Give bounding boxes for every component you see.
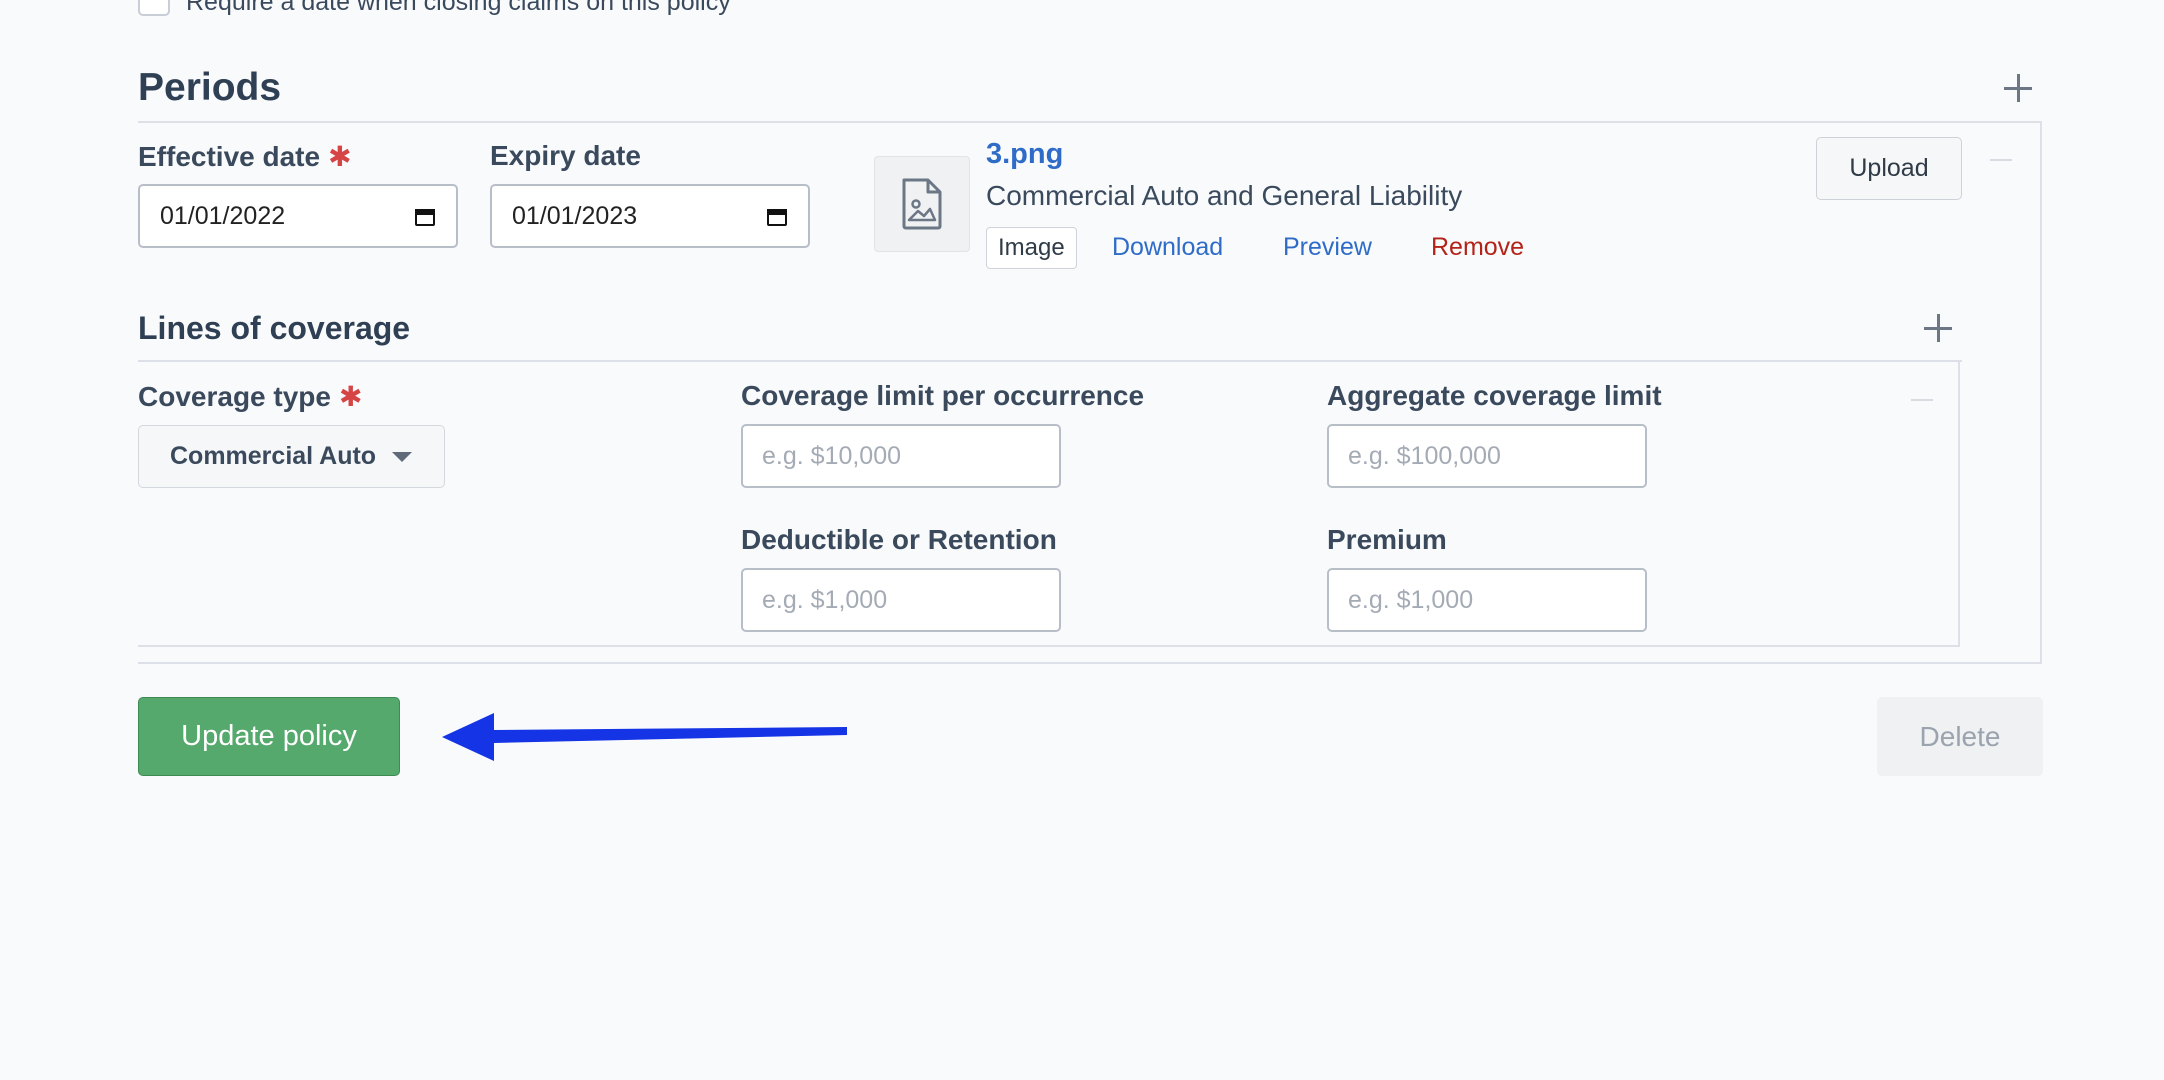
coverage-type-label: Coverage type ✱ xyxy=(138,380,362,413)
limit-per-occurrence-label: Coverage limit per occurrence xyxy=(741,380,1145,411)
upload-button[interactable]: Upload xyxy=(1816,137,1962,200)
file-name-link[interactable]: 3.png xyxy=(986,138,1063,171)
limit-per-occurrence-input[interactable] xyxy=(741,424,1061,488)
aggregate-limit-input[interactable] xyxy=(1327,424,1647,488)
calendar-icon[interactable] xyxy=(766,205,788,227)
lines-of-coverage-title: Lines of coverage xyxy=(138,310,411,346)
annotation-arrow-icon xyxy=(442,713,847,761)
periods-panel-right-border xyxy=(2040,121,2042,664)
effective-date-value: 01/01/2022 xyxy=(160,201,286,230)
coverage-panel-top-border xyxy=(138,360,1962,362)
remove-link[interactable]: Remove xyxy=(1431,233,1524,262)
coverage-panel-right-border xyxy=(1958,360,1960,647)
add-coverage-plus-icon[interactable] xyxy=(1924,314,1952,342)
file-description: Commercial Auto and General Liability xyxy=(986,180,1463,211)
coverage-type-selected: Commercial Auto xyxy=(170,442,377,470)
periods-panel-bottom-border xyxy=(138,662,2042,664)
file-type-badge: Image xyxy=(986,227,1077,269)
require-date-label: Require a date when closing claims on th… xyxy=(186,0,731,16)
effective-date-input[interactable]: 01/01/2022 xyxy=(138,184,458,248)
file-image-icon xyxy=(902,178,942,230)
expiry-date-value: 01/01/2023 xyxy=(512,201,638,230)
required-asterisk: ✱ xyxy=(338,381,363,412)
remove-coverage-minus-icon[interactable] xyxy=(1911,399,1933,401)
periods-title: Periods xyxy=(138,66,282,109)
deductible-input[interactable] xyxy=(741,568,1061,632)
expiry-date-label: Expiry date xyxy=(490,140,641,171)
require-date-checkbox[interactable] xyxy=(138,0,170,16)
preview-link[interactable]: Preview xyxy=(1283,233,1372,262)
required-asterisk: ✱ xyxy=(328,141,352,172)
premium-input[interactable] xyxy=(1327,568,1647,632)
calendar-icon[interactable] xyxy=(414,205,436,227)
remove-period-minus-icon[interactable] xyxy=(1990,159,2012,161)
deductible-label: Deductible or Retention xyxy=(741,524,1057,555)
coverage-panel-bottom-border xyxy=(138,645,1960,647)
coverage-type-select[interactable]: Commercial Auto xyxy=(138,425,445,488)
premium-label: Premium xyxy=(1327,524,1447,555)
expiry-date-input[interactable]: 01/01/2023 xyxy=(490,184,810,248)
file-thumbnail[interactable] xyxy=(874,156,970,252)
aggregate-limit-label: Aggregate coverage limit xyxy=(1327,380,1662,411)
download-link[interactable]: Download xyxy=(1112,233,1223,262)
effective-date-label-text: Effective date xyxy=(138,141,321,172)
add-period-plus-icon[interactable] xyxy=(2004,74,2032,102)
periods-panel-top-border xyxy=(138,121,2042,123)
effective-date-label: Effective date ✱ xyxy=(138,140,352,173)
caret-down-icon xyxy=(392,452,412,462)
coverage-type-label-text: Coverage type xyxy=(138,381,331,412)
update-policy-button[interactable]: Update policy xyxy=(138,697,400,776)
delete-button[interactable]: Delete xyxy=(1877,697,2043,776)
